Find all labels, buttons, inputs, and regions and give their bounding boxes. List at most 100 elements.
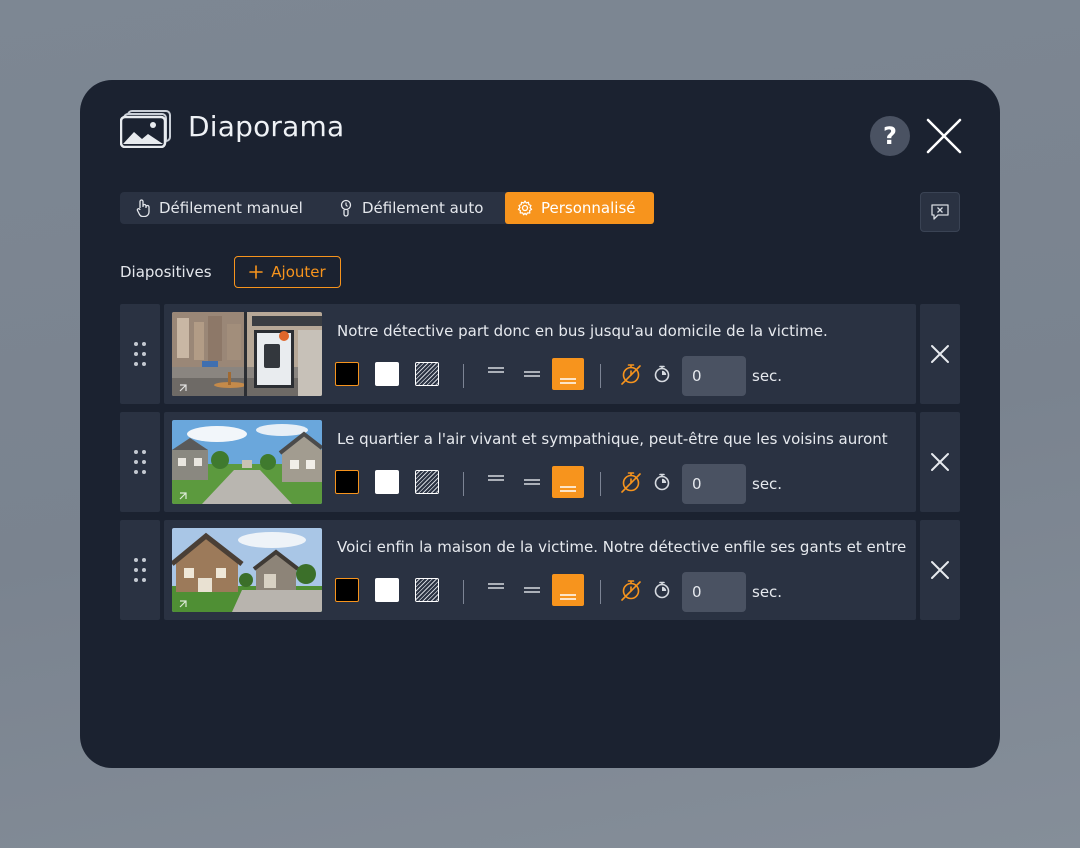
drag-dots-icon (134, 342, 146, 366)
hand-pointer-icon (135, 199, 151, 217)
align-top-button[interactable] (480, 466, 512, 498)
stopwatch-icon (654, 473, 670, 491)
add-slide-label: Ajouter (271, 263, 326, 281)
gear-icon (517, 199, 533, 217)
auto-scroll-icon (338, 199, 354, 217)
divider (463, 580, 464, 604)
mode-manual-label: Défilement manuel (159, 199, 303, 217)
slide-row: Voici enfin la maison de la victime. Not… (120, 520, 960, 620)
divider (600, 364, 601, 388)
divider (463, 364, 464, 388)
stopwatch-icon (654, 365, 670, 383)
duration-input[interactable]: 0 (682, 356, 746, 396)
delete-slide-button[interactable] (920, 412, 960, 512)
timer-button[interactable] (650, 470, 674, 494)
slideshow-dialog: Diaporama ? Défilement manuel Défilement… (80, 80, 1000, 768)
bus-stop-photo (172, 312, 322, 396)
align-top-button[interactable] (480, 574, 512, 606)
close-icon (931, 453, 949, 471)
slide-row: Le quartier a l'air vivant et sympathiqu… (120, 412, 960, 512)
delete-slide-button[interactable] (920, 520, 960, 620)
bg-transparent-swatch[interactable] (415, 362, 439, 386)
timer-off-icon (621, 364, 641, 385)
close-caption-button[interactable] (920, 192, 960, 232)
align-bottom-icon (560, 378, 576, 384)
bg-black-swatch[interactable] (335, 578, 359, 602)
mode-custom-tab[interactable]: Personnalisé (505, 192, 654, 224)
seconds-unit-label: sec. (752, 475, 783, 493)
align-top-icon (488, 367, 504, 373)
align-bottom-icon (560, 486, 576, 492)
timer-button[interactable] (650, 362, 674, 386)
no-timer-button[interactable] (619, 362, 643, 386)
drag-handle[interactable] (120, 412, 160, 512)
align-middle-icon (524, 587, 540, 593)
align-middle-icon (524, 371, 540, 377)
timer-off-icon (621, 580, 641, 601)
bg-transparent-swatch[interactable] (415, 578, 439, 602)
no-timer-button[interactable] (619, 470, 643, 494)
house-photo (172, 528, 322, 612)
align-middle-icon (524, 479, 540, 485)
slide-card: Notre détective part donc en bus jusqu'a… (164, 304, 916, 404)
delete-slide-button[interactable] (920, 304, 960, 404)
slide-thumbnail[interactable] (172, 528, 322, 612)
drag-handle[interactable] (120, 520, 160, 620)
help-button[interactable]: ? (870, 116, 910, 156)
drag-dots-icon (134, 558, 146, 582)
seconds-unit-label: sec. (752, 367, 783, 385)
duration-input[interactable]: 0 (682, 572, 746, 612)
bg-white-swatch[interactable] (375, 470, 399, 494)
align-bottom-icon (560, 594, 576, 600)
slide-thumbnail[interactable] (172, 312, 322, 396)
add-slide-button[interactable]: Ajouter (234, 256, 341, 288)
no-timer-button[interactable] (619, 578, 643, 602)
align-top-icon (488, 583, 504, 589)
drag-dots-icon (134, 450, 146, 474)
bg-black-swatch[interactable] (335, 362, 359, 386)
stopwatch-icon (654, 581, 670, 599)
timer-button[interactable] (650, 578, 674, 602)
mode-selector: Défilement manuel Défilement auto Person… (120, 192, 654, 224)
align-bottom-button[interactable] (552, 574, 584, 606)
align-top-icon (488, 475, 504, 481)
slide-thumbnail[interactable] (172, 420, 322, 504)
mode-auto-tab[interactable]: Défilement auto (322, 192, 505, 224)
dialog-title: Diaporama (188, 110, 345, 143)
slide-caption[interactable]: Voici enfin la maison de la victime. Not… (337, 538, 907, 556)
slide-caption[interactable]: Notre détective part donc en bus jusqu'a… (337, 322, 907, 340)
divider (600, 472, 601, 496)
align-top-button[interactable] (480, 358, 512, 390)
bg-transparent-swatch[interactable] (415, 470, 439, 494)
timer-off-icon (621, 472, 641, 493)
align-middle-button[interactable] (516, 358, 548, 390)
close-button[interactable] (924, 116, 964, 156)
close-icon (931, 345, 949, 363)
align-middle-button[interactable] (516, 466, 548, 498)
bg-black-swatch[interactable] (335, 470, 359, 494)
align-bottom-button[interactable] (552, 466, 584, 498)
slide-row: Notre détective part donc en bus jusqu'a… (120, 304, 960, 404)
speech-bubble-close-icon (931, 204, 949, 220)
mode-auto-label: Défilement auto (362, 199, 484, 217)
seconds-unit-label: sec. (752, 583, 783, 601)
slides-section-label: Diapositives (120, 263, 212, 281)
slide-card: Le quartier a l'air vivant et sympathiqu… (164, 412, 916, 512)
drag-handle[interactable] (120, 304, 160, 404)
bg-white-swatch[interactable] (375, 362, 399, 386)
close-icon (926, 118, 962, 154)
slide-caption[interactable]: Le quartier a l'air vivant et sympathiqu… (337, 430, 907, 448)
slide-card: Voici enfin la maison de la victime. Not… (164, 520, 916, 620)
street-photo (172, 420, 322, 504)
divider (600, 580, 601, 604)
mode-manual-tab[interactable]: Défilement manuel (120, 192, 322, 224)
divider (463, 472, 464, 496)
slideshow-icon (119, 110, 172, 149)
align-bottom-button[interactable] (552, 358, 584, 390)
bg-white-swatch[interactable] (375, 578, 399, 602)
close-icon (931, 561, 949, 579)
plus-icon (249, 265, 264, 279)
align-middle-button[interactable] (516, 574, 548, 606)
duration-input[interactable]: 0 (682, 464, 746, 504)
mode-custom-label: Personnalisé (541, 199, 636, 217)
